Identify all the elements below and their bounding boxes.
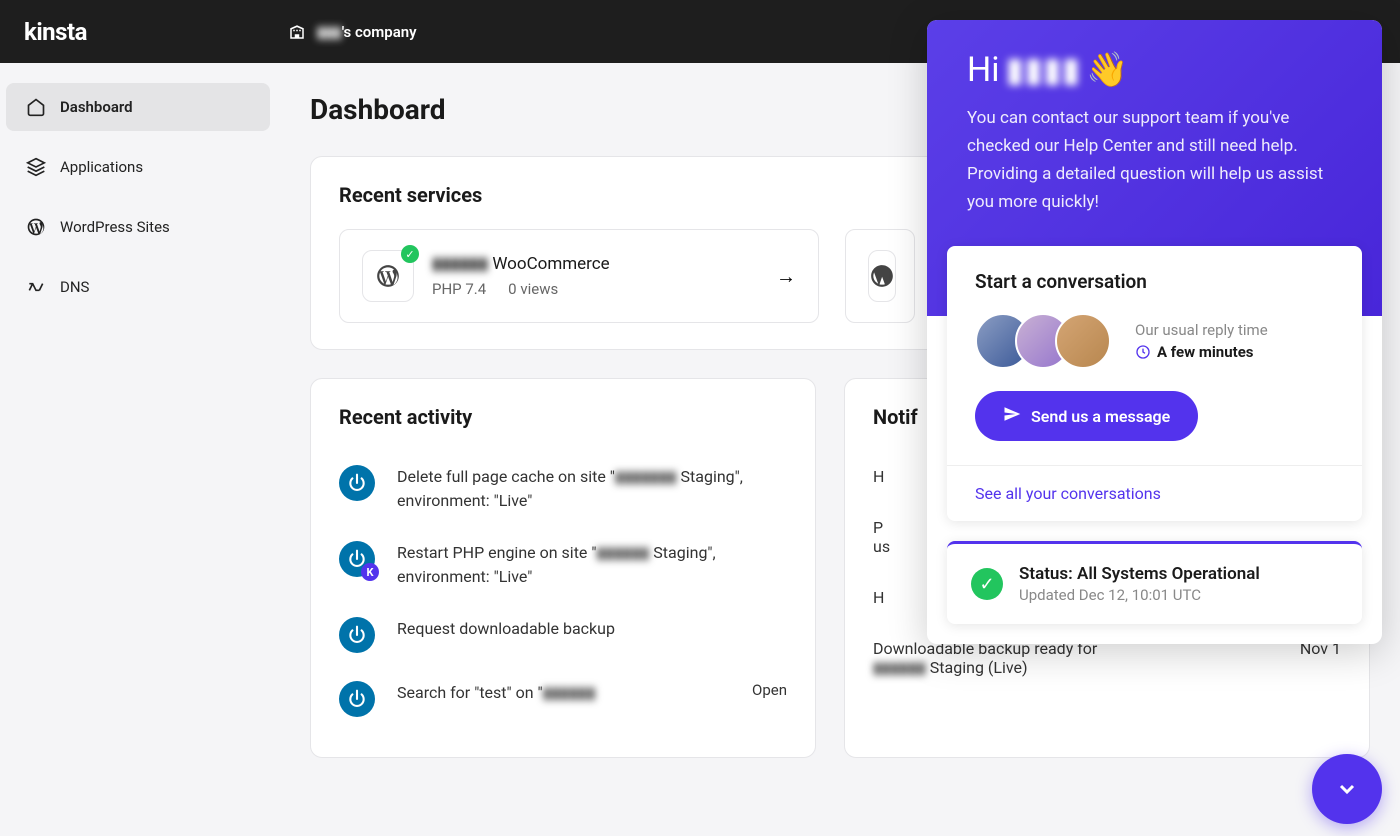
dns-icon <box>26 277 46 297</box>
intercom-widget: Hi ▮▮▮▮ 👋 You can contact our support te… <box>927 20 1382 644</box>
building-icon <box>287 22 307 42</box>
activity-item[interactable]: K Restart PHP engine on site "▮▮▮▮▮▮ Stag… <box>339 527 787 603</box>
sidebar-item-label: WordPress Sites <box>60 218 170 236</box>
sidebar-item-dashboard[interactable]: Dashboard <box>6 83 270 131</box>
power-icon: K <box>339 541 375 577</box>
service-card[interactable]: ✓ ▮▮▮▮▮▮ WooCommerce PHP 7.4 0 views → <box>339 229 819 323</box>
intercom-status-card[interactable]: ✓ Status: All Systems Operational Update… <box>947 541 1362 624</box>
sidebar: Dashboard Applications WordPress Sites D… <box>0 63 280 836</box>
reply-time-value: A few minutes <box>1135 343 1268 361</box>
reply-time-label: Our usual reply time <box>1135 321 1268 339</box>
activity-text: Search for "test" on "▮▮▮▮▮▮ <box>397 681 730 705</box>
status-title: Status: All Systems Operational <box>1019 564 1260 584</box>
intercom-conversation-card: Start a conversation Our usual reply tim… <box>947 246 1362 521</box>
service-views: 0 views <box>508 280 558 298</box>
wordpress-icon <box>869 263 895 289</box>
service-name: ▮▮▮▮▮▮ WooCommerce <box>432 254 758 274</box>
agent-avatar <box>1055 313 1111 369</box>
activity-text: Delete full page cache on site "▮▮▮▮▮▮▮ … <box>397 465 787 513</box>
service-card-truncated[interactable] <box>845 229 915 323</box>
company-name: ▮▮▮'s company <box>317 23 417 41</box>
sidebar-item-label: DNS <box>60 278 89 296</box>
wordpress-icon <box>26 217 46 237</box>
kinsta-badge-icon: K <box>361 563 379 581</box>
send-message-button[interactable]: Send us a message <box>975 391 1198 441</box>
see-all-conversations-link[interactable]: See all your conversations <box>975 484 1161 503</box>
status-updated: Updated Dec 12, 10:01 UTC <box>1019 586 1260 604</box>
intercom-card-title: Start a conversation <box>975 270 1334 293</box>
service-php: PHP 7.4 <box>432 280 486 298</box>
service-info: ▮▮▮▮▮▮ WooCommerce PHP 7.4 0 views <box>432 254 758 298</box>
home-icon <box>26 97 46 117</box>
sidebar-item-wordpress[interactable]: WordPress Sites <box>6 203 270 251</box>
sidebar-item-label: Dashboard <box>60 98 133 116</box>
activity-status: Open <box>752 681 787 699</box>
sidebar-item-dns[interactable]: DNS <box>6 263 270 311</box>
power-icon <box>339 617 375 653</box>
status-check-icon: ✓ <box>971 568 1003 600</box>
activity-text: Restart PHP engine on site "▮▮▮▮▮▮ Stagi… <box>397 541 787 589</box>
status-check-icon: ✓ <box>401 245 419 263</box>
stack-icon <box>26 157 46 177</box>
intercom-description: You can contact our support team if you'… <box>967 104 1342 216</box>
agent-avatars <box>975 313 1111 369</box>
intercom-toggle-button[interactable] <box>1312 754 1382 824</box>
service-icon-wrap <box>868 250 896 302</box>
company-selector[interactable]: ▮▮▮'s company <box>287 22 417 42</box>
sidebar-item-applications[interactable]: Applications <box>6 143 270 191</box>
activity-text: Request downloadable backup <box>397 617 787 641</box>
power-icon <box>339 465 375 501</box>
activity-item[interactable]: Search for "test" on "▮▮▮▮▮▮ Open <box>339 667 787 731</box>
activity-item[interactable]: Request downloadable backup <box>339 603 787 667</box>
clock-icon <box>1135 344 1151 360</box>
service-icon-wrap: ✓ <box>362 250 414 302</box>
sidebar-item-label: Applications <box>60 158 143 176</box>
recent-activity-title: Recent activity <box>339 405 787 429</box>
recent-activity-panel: Recent activity Delete full page cache o… <box>310 378 816 758</box>
arrow-right-icon: → <box>776 264 796 289</box>
send-icon <box>1003 405 1021 427</box>
notification-date: Nov 1 <box>1300 639 1341 677</box>
wordpress-icon <box>375 263 401 289</box>
chevron-down-icon <box>1335 777 1359 801</box>
power-icon <box>339 681 375 717</box>
kinsta-logo[interactable]: kinsta <box>24 18 87 46</box>
activity-item[interactable]: Delete full page cache on site "▮▮▮▮▮▮▮ … <box>339 451 787 527</box>
intercom-greeting: Hi ▮▮▮▮ 👋 <box>967 50 1342 90</box>
